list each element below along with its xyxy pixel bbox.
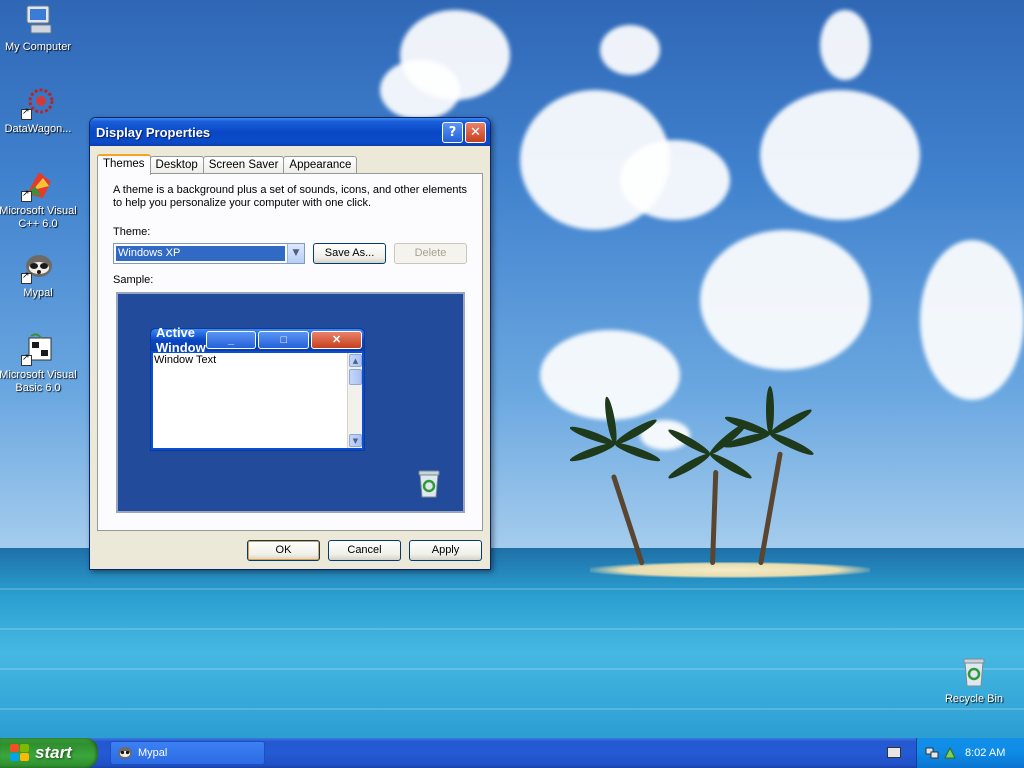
wallpaper-island [590,562,870,578]
wallpaper-sea [0,548,1024,738]
theme-label: Theme: [113,226,151,238]
palm-fronds [568,396,665,470]
sample-window-text: Window Text [154,354,217,366]
start-button[interactable]: start [0,738,98,768]
windows-flag-icon [10,744,30,762]
tab-strip: Themes Desktop Screen Saver Appearance [97,154,358,175]
safely-remove-hardware-icon[interactable] [943,746,957,760]
shortcut-arrow-icon [21,189,32,202]
sea-ripple [0,628,1024,630]
desktop-icon-datawagon[interactable]: DataWagon... [0,86,80,136]
desktop-icon-ms-visual-cpp[interactable]: Microsoft Visual C++ 6.0 [0,168,80,231]
apply-button[interactable]: Apply [409,540,482,561]
desktop-icon-label: My Computer [4,41,72,53]
mypal-raccoon-icon [118,747,132,759]
desktop-icon-recycle-bin[interactable]: Recycle Bin [932,656,1016,706]
help-button[interactable]: ? [442,121,463,143]
wallpaper-cloud [760,90,920,220]
wallpaper-cloud [380,60,460,120]
recycle-bin-icon [957,656,991,690]
shortcut-arrow-icon [21,353,32,366]
sea-ripple [0,668,1024,670]
sample-window-body: Window Text ▲ ▼ [153,353,362,448]
dialog-titlebar[interactable]: Display Properties ? ✕ [90,118,490,146]
display-properties-dialog: Display Properties ? ✕ Themes Desktop Sc… [89,117,491,570]
visual-cpp-icon [21,168,55,202]
theme-sample-preview: Active Window _ □ ✕ Window Text ▲ ▼ [116,292,465,513]
themes-panel: A theme is a background plus a set of so… [97,173,483,531]
maximize-icon: □ [258,331,310,349]
palm-fronds [722,386,820,460]
scroll-thumb [349,369,362,385]
datawagon-icon [21,86,55,120]
wallpaper-cloud [620,140,730,220]
sample-active-window: Active Window _ □ ✕ Window Text ▲ ▼ [150,325,365,451]
scroll-down-icon: ▼ [349,434,362,447]
computer-icon [21,4,55,38]
theme-select-value[interactable]: Windows XP [116,246,285,261]
cancel-button[interactable]: Cancel [328,540,401,561]
sample-label: Sample: [113,274,154,286]
ok-button[interactable]: OK [247,540,320,561]
taskbar-item-mypal[interactable]: Mypal [110,741,265,765]
sea-ripple [0,708,1024,710]
mypal-raccoon-icon [21,250,55,284]
sample-scrollbar: ▲ ▼ [347,353,362,448]
desktop-icon-mypal[interactable]: Mypal [0,250,80,300]
wallpaper-cloud [700,230,870,370]
taskbar: start Mypal 8:02 AM [0,738,1024,768]
wallpaper-cloud [600,25,660,75]
shortcut-arrow-icon [21,271,32,284]
taskbar-item-label: Mypal [138,747,168,759]
wallpaper-cloud [820,10,870,80]
sample-recycle-bin-icon [415,469,443,499]
delete-button[interactable]: Delete [394,243,467,264]
desktop-icon-label: Mypal [23,287,53,299]
sample-window-title: Active Window [156,325,206,355]
network-icon[interactable] [925,746,939,760]
shortcut-arrow-icon [21,107,32,120]
start-label: start [35,743,72,762]
desktop-icon-label: Microsoft Visual Basic 6.0 [0,369,77,394]
dialog-title: Display Properties [96,124,211,140]
desktop-icon-ms-visual-basic[interactable]: Microsoft Visual Basic 6.0 [0,332,80,395]
visual-basic-icon [21,332,55,366]
desktop-icon-label: DataWagon... [4,123,72,135]
sample-window-titlebar: Active Window _ □ ✕ [151,325,364,355]
clock[interactable]: 8:02 AM [965,747,1005,759]
close-button[interactable]: ✕ [465,121,486,143]
save-as-button[interactable]: Save As... [313,243,386,264]
theme-description: A theme is a background plus a set of so… [113,184,468,209]
theme-select[interactable]: Windows XP ▼ [113,243,305,264]
sea-ripple [0,588,1024,590]
minimize-icon: _ [205,331,257,349]
desktop-icon-my-computer[interactable]: My Computer [0,4,80,54]
tab-themes[interactable]: Themes [97,154,151,175]
desktop-icon-label: Microsoft Visual C++ 6.0 [0,205,77,230]
close-icon: ✕ [311,331,362,349]
system-tray: 8:02 AM [916,738,1024,768]
scroll-up-icon: ▲ [349,354,362,367]
desktop-icon-label: Recycle Bin [944,693,1004,705]
wallpaper-cloud [920,240,1024,400]
keyboard-icon[interactable] [887,747,901,758]
chevron-down-icon[interactable]: ▼ [287,244,304,263]
